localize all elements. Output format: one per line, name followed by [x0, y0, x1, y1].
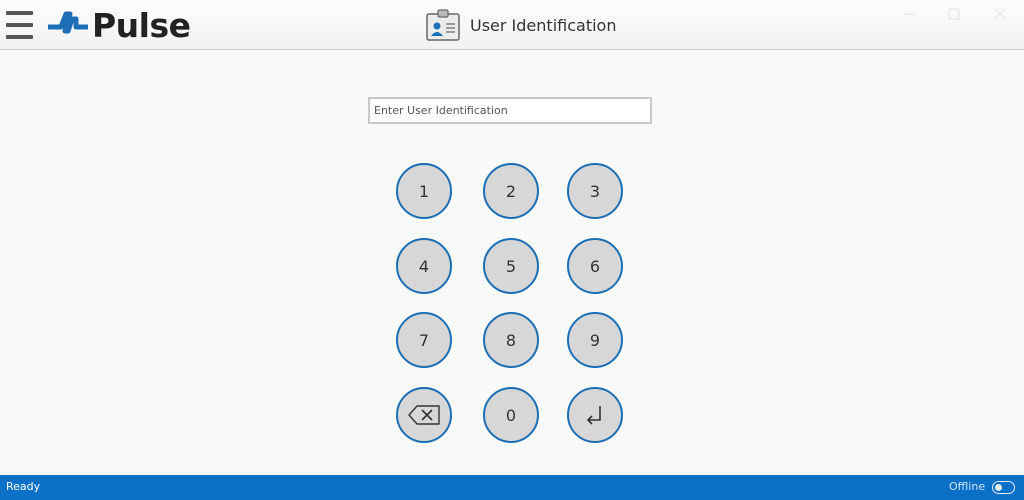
key-4[interactable]: 4 — [396, 238, 452, 294]
page-title: User Identification — [470, 15, 617, 35]
status-text: Ready — [6, 480, 41, 493]
key-2[interactable]: 2 — [483, 163, 539, 219]
backspace-icon — [408, 405, 440, 425]
connection-status: Offline — [949, 480, 986, 493]
online-toggle[interactable] — [992, 481, 1015, 494]
enter-button[interactable] — [567, 387, 623, 443]
key-9[interactable]: 9 — [567, 312, 623, 368]
key-3[interactable]: 3 — [567, 163, 623, 219]
maximize-icon[interactable] — [944, 6, 964, 26]
hamburger-menu-icon[interactable] — [6, 11, 33, 39]
toggle-knob — [995, 483, 1002, 491]
key-1[interactable]: 1 — [396, 163, 452, 219]
brand-name: Pulse — [92, 5, 191, 45]
key-6[interactable]: 6 — [567, 238, 623, 294]
id-badge-icon — [426, 9, 460, 41]
user-id-input[interactable] — [368, 97, 652, 124]
close-icon[interactable] — [990, 6, 1010, 26]
backspace-button[interactable] — [396, 387, 452, 443]
title-bar: Pulse User Identification — [0, 0, 1024, 50]
pulse-logo-icon — [48, 11, 88, 34]
minimize-icon[interactable] — [899, 6, 919, 26]
app-logo: Pulse — [48, 4, 191, 46]
status-bar: Ready Offline — [0, 475, 1024, 500]
enter-icon — [586, 406, 601, 425]
key-8[interactable]: 8 — [483, 312, 539, 368]
key-7[interactable]: 7 — [396, 312, 452, 368]
key-0[interactable]: 0 — [483, 387, 539, 443]
key-5[interactable]: 5 — [483, 238, 539, 294]
window-title: User Identification — [426, 9, 616, 41]
